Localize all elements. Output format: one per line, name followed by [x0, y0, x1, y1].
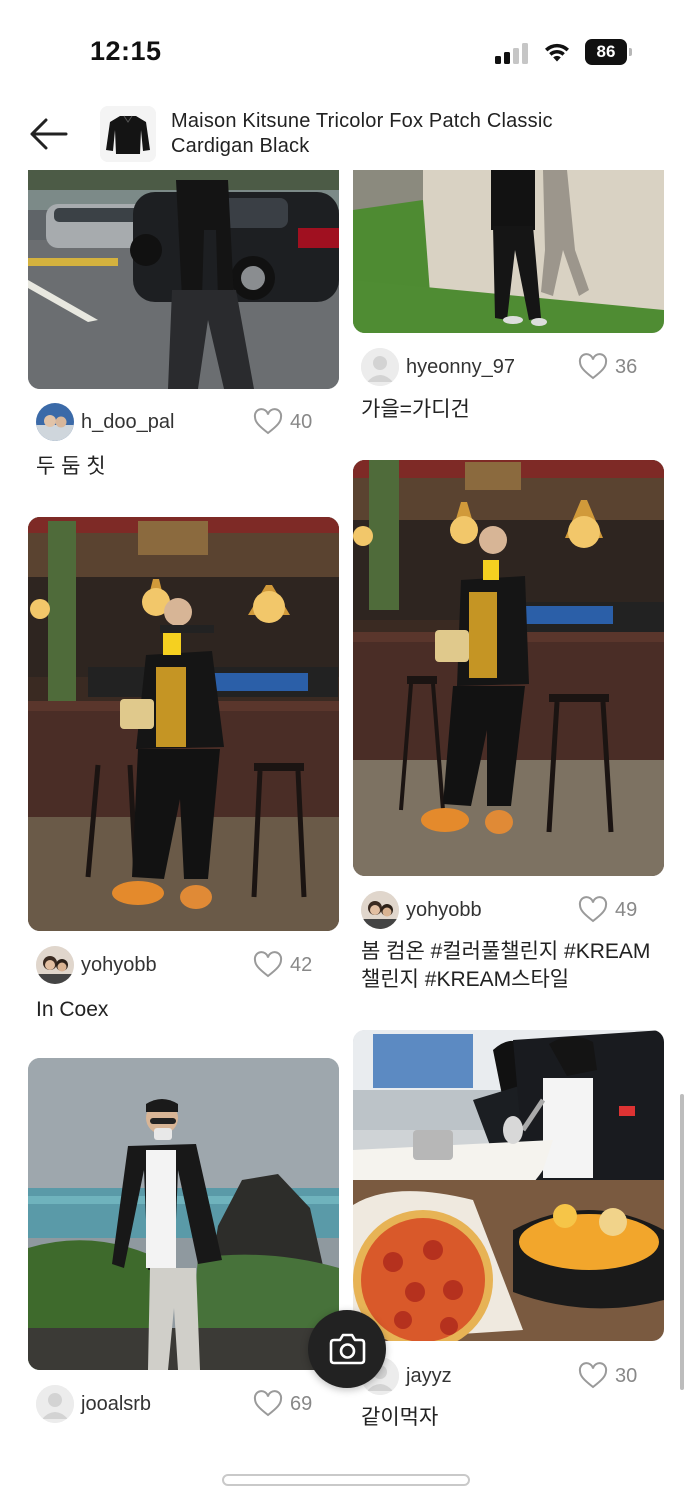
- like-count: 49: [615, 899, 638, 921]
- product-thumbnail[interactable]: [100, 106, 156, 162]
- cardigan-image: [100, 106, 156, 162]
- heart-icon[interactable]: [253, 951, 283, 979]
- post-photo[interactable]: [353, 170, 664, 333]
- post-caption: In Coex: [36, 998, 109, 1021]
- post-photo[interactable]: [353, 1030, 664, 1341]
- like-count: 36: [615, 356, 638, 378]
- username[interactable]: jayyz: [406, 1365, 452, 1388]
- heart-icon[interactable]: [253, 408, 283, 436]
- username[interactable]: hyeonny_97: [406, 356, 515, 379]
- avatar[interactable]: [361, 891, 399, 929]
- avatar[interactable]: [36, 403, 74, 441]
- status-time: 12:15: [90, 36, 162, 66]
- avatar[interactable]: [36, 946, 74, 984]
- post-photo[interactable]: [28, 1058, 339, 1370]
- post-caption: 두 둠 칫: [36, 455, 106, 478]
- header: Maison Kitsune Tricolor Fox Patch Classi…: [0, 100, 692, 170]
- like-count: 30: [615, 1365, 638, 1387]
- style-feed: h_doo_pal 40 두 둠 칫 yohyobb 42 In Coex jo…: [0, 170, 692, 1440]
- status-bar: 12:15 86: [0, 0, 692, 100]
- post-card[interactable]: jayyz 30 같이먹자: [353, 1030, 664, 1440]
- wifi-icon: [545, 43, 569, 62]
- heart-icon[interactable]: [578, 896, 608, 924]
- like-count: 69: [290, 1393, 313, 1415]
- camera-button[interactable]: [308, 1310, 386, 1388]
- battery-level: 86: [585, 39, 627, 65]
- post-meta: h_doo_pal 40: [28, 402, 339, 442]
- post-photo[interactable]: [353, 460, 664, 876]
- post-card[interactable]: yohyobb 42 In Coex: [28, 517, 339, 1027]
- bottom-area: [0, 1430, 692, 1500]
- like-count: 40: [290, 411, 313, 433]
- like-count: 42: [290, 954, 313, 976]
- avatar[interactable]: [36, 1385, 74, 1423]
- username[interactable]: jooalsrb: [81, 1393, 151, 1416]
- post-caption: 같이먹자: [361, 1406, 439, 1429]
- post-meta: yohyobb 42: [28, 945, 339, 985]
- product-title: Maison Kitsune Tricolor Fox Patch Classi…: [171, 110, 553, 157]
- username[interactable]: yohyobb: [81, 954, 157, 977]
- heart-icon[interactable]: [253, 1390, 283, 1418]
- post-meta: hyeonny_97 36: [353, 347, 664, 387]
- username[interactable]: yohyobb: [406, 899, 482, 922]
- post-photo[interactable]: [28, 170, 339, 389]
- scrollbar[interactable]: [680, 1094, 684, 1390]
- heart-icon[interactable]: [578, 353, 608, 381]
- post-meta: jayyz 30: [353, 1356, 664, 1396]
- battery-icon: 86: [585, 39, 633, 65]
- heart-icon[interactable]: [578, 1362, 608, 1390]
- post-card[interactable]: h_doo_pal 40 두 둠 칫: [28, 170, 339, 480]
- post-card[interactable]: yohyobb 49 봄 컴온 #컬러풀챌린지 #KREAM챌린지 #KREAM…: [353, 460, 664, 1000]
- camera-icon: [329, 1333, 366, 1365]
- post-photo[interactable]: [28, 517, 339, 931]
- post-meta: jooalsrb 69: [28, 1384, 339, 1424]
- post-card[interactable]: hyeonny_97 36 가을=가디건: [353, 170, 664, 430]
- post-caption: 봄 컴온 #컬러풀챌린지 #KREAM챌린지 #KREAM스타일: [361, 940, 651, 991]
- post-meta: yohyobb 49: [353, 890, 664, 930]
- signal-icon: [495, 42, 531, 64]
- post-card[interactable]: jooalsrb 69: [28, 1058, 339, 1438]
- avatar[interactable]: [361, 348, 399, 386]
- post-caption: 가을=가디건: [361, 398, 470, 421]
- arrow-left-icon[interactable]: [26, 114, 72, 154]
- username[interactable]: h_doo_pal: [81, 411, 174, 434]
- home-indicator[interactable]: [222, 1474, 470, 1486]
